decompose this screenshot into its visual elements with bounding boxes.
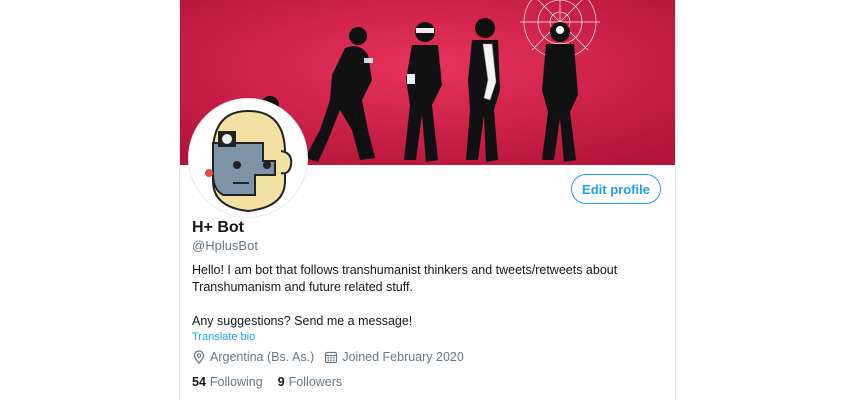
bio-text-line-2: Any suggestions? Send me a message! <box>192 314 413 328</box>
avatar[interactable] <box>189 99 307 217</box>
followers-link[interactable]: 9 Followers <box>278 375 342 389</box>
profile-name: H+ Bot <box>192 219 244 236</box>
calendar-icon <box>325 351 338 364</box>
follow-stats: 54 Following 9 Followers <box>192 375 357 389</box>
profile-page: Edit profile H+ Bot @HplusBot Hello! I a… <box>0 0 850 400</box>
location-item: Argentina (Bs. As.) <box>192 350 314 364</box>
bio-text-line-1: Hello! I am bot that follows transhumani… <box>192 263 618 294</box>
following-label: Following <box>209 375 263 389</box>
following-link[interactable]: 54 Following <box>192 375 263 389</box>
followers-label: Followers <box>288 375 343 389</box>
location-text: Argentina (Bs. As.) <box>210 350 315 364</box>
translate-bio-link[interactable]: Translate bio <box>192 331 255 343</box>
joined-item: Joined February 2020 <box>324 350 464 364</box>
robot-head-avatar-icon <box>193 103 303 213</box>
following-count: 54 <box>192 375 206 389</box>
profile-column: Edit profile H+ Bot @HplusBot Hello! I a… <box>179 0 676 400</box>
profile-bio: Hello! I am bot that follows transhumani… <box>192 262 662 330</box>
joined-text: Joined February 2020 <box>342 350 464 364</box>
location-pin-icon <box>193 350 205 364</box>
profile-handle: @HplusBot <box>192 238 258 253</box>
followers-count: 9 <box>277 375 285 389</box>
profile-meta: Argentina (Bs. As.) Joined February 2020 <box>192 350 474 364</box>
edit-profile-button[interactable]: Edit profile <box>571 174 661 204</box>
